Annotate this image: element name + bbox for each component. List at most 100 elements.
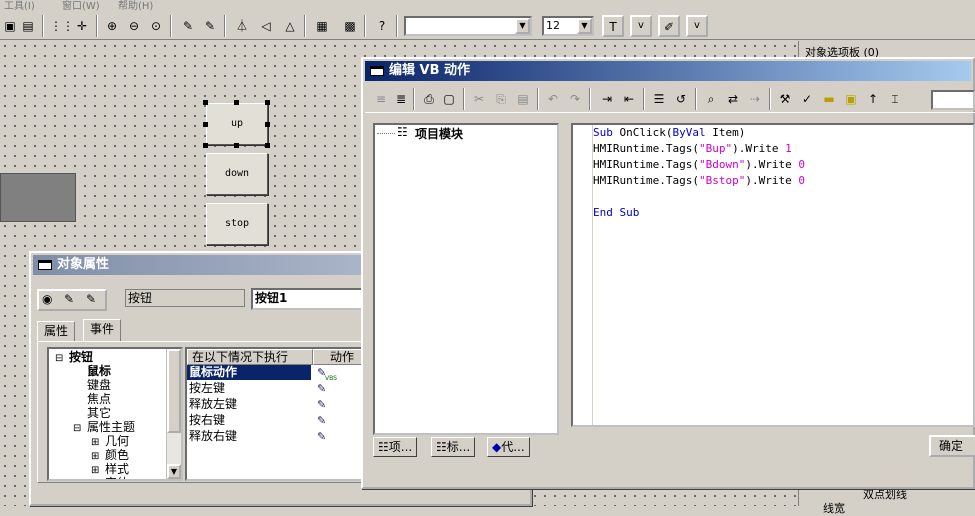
font-size-combo[interactable]: 12 ▼ xyxy=(542,16,594,36)
column-header-action[interactable]: 动作 xyxy=(313,349,363,365)
copy-icon[interactable]: ⎘ xyxy=(491,89,511,109)
mirror-vertical-icon[interactable]: ⏃ xyxy=(232,16,252,36)
code-line[interactable]: HMIRuntime.Tags("Bdown").Write 0 xyxy=(593,157,805,173)
tab-properties[interactable]: 属性 xyxy=(37,321,76,341)
canvas-button-up[interactable]: up xyxy=(206,103,268,145)
canvas-rectangle[interactable] xyxy=(0,173,76,222)
indent-icon[interactable]: ≡ xyxy=(371,89,391,109)
tree-item[interactable]: ⊞字体 xyxy=(91,476,129,479)
next-bookmark-icon[interactable]: ▣ xyxy=(841,89,861,109)
code-line[interactable] xyxy=(593,189,805,205)
font-combo[interactable]: ▼ xyxy=(404,16,532,36)
frame-icon[interactable]: ▤ xyxy=(18,16,38,36)
menu-tools[interactable]: 工具(I) xyxy=(4,0,35,12)
tab-project[interactable]: ☷项... xyxy=(373,437,418,457)
tree-scrollbar[interactable]: ▼ xyxy=(166,349,181,479)
selection-handle[interactable] xyxy=(203,143,208,148)
canvas-button-down[interactable]: down xyxy=(206,153,268,195)
project-module-label[interactable]: 项目模块 xyxy=(415,125,463,142)
pin-icon[interactable]: ◉ xyxy=(42,292,52,306)
events-list[interactable]: 在以下情况下执行 动作 鼠标动作 ✎ VBS 按左键 ✎ 释放左键 ✎ 按右键 ✎ 释放右键 ✎ xyxy=(185,347,365,481)
find-icon[interactable]: ⌕ xyxy=(701,89,721,109)
tab-events[interactable]: 事件 xyxy=(83,319,122,341)
selection-handle[interactable] xyxy=(234,143,239,148)
table-row[interactable]: 释放右键 ✎ xyxy=(187,429,363,445)
selection-handle[interactable] xyxy=(265,100,270,105)
pipette-icon[interactable]: ✎ xyxy=(317,381,326,396)
palette-item-line-width[interactable]: 线宽 xyxy=(823,500,845,516)
pipette-icon[interactable]: ✎ xyxy=(178,16,198,36)
comment-icon[interactable]: ☰ xyxy=(649,89,669,109)
tab-code-template[interactable]: ◆代... xyxy=(487,437,530,457)
tree-item[interactable]: 鼠标 xyxy=(73,364,111,379)
print-icon[interactable]: ⎙ xyxy=(419,89,439,109)
toolbar-combo[interactable] xyxy=(931,90,975,110)
paste-icon[interactable]: ▤ xyxy=(513,89,533,109)
table-row[interactable]: 鼠标动作 ✎ VBS xyxy=(187,365,363,382)
selection-handle[interactable] xyxy=(234,100,239,105)
grid-icon[interactable]: ⋮⋮ xyxy=(50,16,74,36)
selection-handle[interactable] xyxy=(203,122,208,127)
goto-icon[interactable]: ⇢ xyxy=(745,89,765,109)
replace-icon[interactable]: ⇄ xyxy=(723,89,743,109)
event-category-tree[interactable]: ⊟按钮鼠标键盘焦点其它⊟属性主题⊞几何⊞颜色⊞样式⊞字体▼ xyxy=(47,347,183,481)
tree-item[interactable]: 焦点 xyxy=(73,392,111,407)
tree-item[interactable]: 其它 xyxy=(73,406,111,421)
v-button-1[interactable]: v xyxy=(630,15,652,37)
bookmark-icon[interactable]: ▬ xyxy=(819,89,839,109)
pipette-icon[interactable]: ✎ xyxy=(317,397,326,412)
rotate-icon[interactable]: △ xyxy=(280,16,300,36)
zoom-in-icon[interactable]: ⊕ xyxy=(102,16,122,36)
selection-handle[interactable] xyxy=(265,122,270,127)
code-editor[interactable]: Sub OnClick(ByVal Item) HMIRuntime.Tags("… xyxy=(571,123,975,427)
cube-icon[interactable]: ▣ xyxy=(0,16,20,36)
table-row[interactable]: 释放左键 ✎ xyxy=(187,397,363,413)
brush-icon[interactable]: ✐ xyxy=(658,15,680,37)
cursor-icon[interactable]: ⌶ xyxy=(885,89,905,109)
table-row[interactable]: 按左键 ✎ xyxy=(187,381,363,397)
scrollbar-thumb[interactable] xyxy=(167,349,181,433)
properties-icon[interactable]: ▦ xyxy=(312,16,332,36)
selection-handle[interactable] xyxy=(265,143,270,148)
zoom-out-icon[interactable]: ⊖ xyxy=(124,16,144,36)
collapse-icon[interactable]: ⊟ xyxy=(55,351,69,366)
undo-icon[interactable]: ↶ xyxy=(543,89,563,109)
pipette-icon[interactable]: ✎ xyxy=(64,292,74,306)
tab-standard[interactable]: ☷标... xyxy=(431,437,476,457)
chevron-down-icon[interactable]: ▼ xyxy=(167,464,181,479)
table-row[interactable]: 按右键 ✎ xyxy=(187,413,363,429)
expand-icon[interactable]: ⊞ xyxy=(91,477,105,479)
mirror-horizontal-icon[interactable]: ◁ xyxy=(256,16,276,36)
pipette-icon[interactable]: ✎ xyxy=(317,413,326,428)
tree-item[interactable]: 键盘 xyxy=(73,378,111,393)
menu-window[interactable]: 窗口(W) xyxy=(62,0,100,12)
pipette-gray-icon[interactable]: ✎ xyxy=(200,16,220,36)
canvas-button-stop[interactable]: stop xyxy=(206,203,268,245)
zoom-icon[interactable]: ⊙ xyxy=(146,16,166,36)
code-text[interactable]: Sub OnClick(ByVal Item) HMIRuntime.Tags("… xyxy=(593,125,805,221)
tag-icon[interactable]: ↑ xyxy=(863,89,883,109)
code-line[interactable]: Sub OnClick(ByVal Item) xyxy=(593,125,805,141)
v-button-2[interactable]: v xyxy=(686,15,708,37)
uncomment-icon[interactable]: ↺ xyxy=(671,89,691,109)
column-header-trigger[interactable]: 在以下情况下执行 xyxy=(187,349,313,365)
text-alignment-icon[interactable]: T xyxy=(602,15,624,37)
menu-help[interactable]: 帮助(H) xyxy=(118,0,153,12)
code-line[interactable]: End Sub xyxy=(593,205,805,221)
ok-button[interactable]: 确定 xyxy=(929,435,975,457)
chevron-down-icon[interactable]: ▼ xyxy=(577,18,592,34)
pipette-icon[interactable]: ✎ xyxy=(317,429,326,444)
chevron-down-icon[interactable]: ▼ xyxy=(515,18,530,34)
tools-icon[interactable]: ⚒ xyxy=(775,89,795,109)
snap-icon[interactable]: ✛ xyxy=(72,16,92,36)
help-icon[interactable]: ? xyxy=(372,16,392,36)
pipette-copy-icon[interactable]: ✎ xyxy=(86,292,96,306)
project-module-tree[interactable]: ☷ 项目模块 xyxy=(373,123,559,435)
collapse-icon[interactable]: ⊟ xyxy=(73,421,87,436)
increase-indent-icon[interactable]: ⇥ xyxy=(597,89,617,109)
library-icon[interactable]: ▩ xyxy=(340,16,360,36)
check-syntax-icon[interactable]: ✓ xyxy=(797,89,817,109)
cut-icon[interactable]: ✂ xyxy=(469,89,489,109)
decrease-indent-icon[interactable]: ⇤ xyxy=(619,89,639,109)
selection-handle[interactable] xyxy=(203,100,208,105)
